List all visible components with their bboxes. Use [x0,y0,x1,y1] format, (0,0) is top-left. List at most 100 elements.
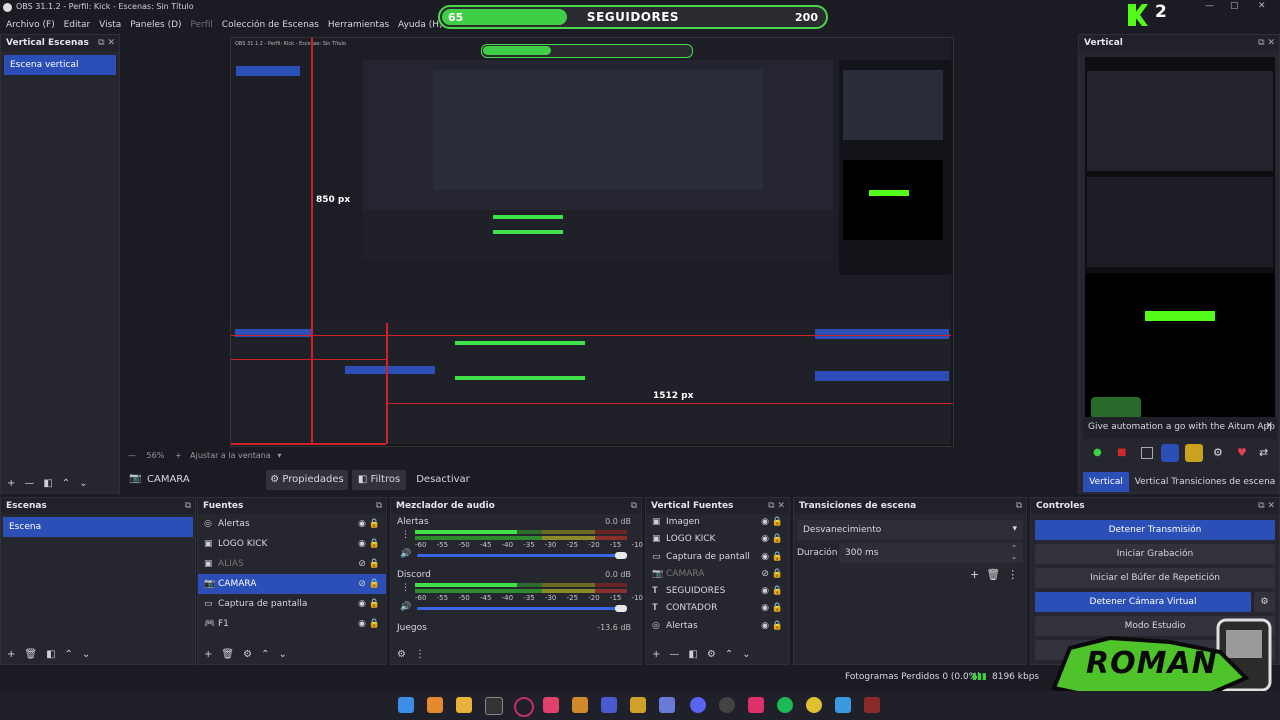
zoom-fit[interactable]: Ajustar a la ventana [190,451,271,460]
eye-icon[interactable]: ◉ 🔒 [358,514,380,534]
folder-icon[interactable] [1185,444,1203,462]
eye-hidden-icon[interactable]: ⊘ 🔒 [761,566,783,583]
eye-icon[interactable]: ◉ 🔒 [761,600,783,617]
affinity-icon[interactable] [543,697,559,713]
eye-icon[interactable]: ◉ 🔒 [761,583,783,600]
vertical-source-item[interactable]: ◎ Alertas ◉ 🔒 [646,618,789,635]
remove-icon[interactable]: — [669,649,679,660]
dock-controls-icon[interactable]: ⧉ ✕ [98,35,115,51]
mixer-settings-icon[interactable]: ⚙ [397,649,406,660]
heart-icon[interactable]: ♥ [1237,446,1247,459]
eye-icon[interactable]: ◉ 🔒 [358,534,380,554]
record-dot-icon[interactable]: ● [1093,447,1105,459]
discord-icon[interactable] [690,697,706,713]
down-icon[interactable]: ⌄ [82,649,90,660]
eye-icon[interactable]: ◉ 🔒 [761,514,783,531]
eye-hidden-icon[interactable]: ⊘ 🔒 [358,574,380,594]
gear-icon[interactable]: ⚙ [707,649,716,660]
deactivate-button[interactable]: Desactivar [410,470,476,490]
remove-icon[interactable]: — [24,478,34,489]
more-icon[interactable]: ⋮ [415,649,425,660]
app-icon-1[interactable] [427,697,443,713]
source-item[interactable]: 📷 CAMARA ⊘ 🔒 [198,574,386,594]
gear-icon[interactable]: ⚙ [243,649,252,660]
dock-menu-icon[interactable]: ⧉ [631,498,637,514]
tiktok-icon[interactable] [748,697,764,713]
source-item[interactable]: ▣ ALIAS ⊘ 🔒 [198,554,386,574]
maximize-icon[interactable]: ▢ [1230,1,1239,11]
replay-icon[interactable] [1141,447,1153,459]
menu-ayuda[interactable]: Ayuda (H) [398,16,442,34]
vertical-source-item[interactable]: 📷 CAMARA ⊘ 🔒 [646,566,789,583]
dock-menu-icon[interactable]: ⧉ [185,498,191,514]
dock-controls-icon[interactable]: ⧉ ✕ [1258,35,1275,51]
close-icon[interactable]: ✕ [1258,1,1266,11]
volume-knob[interactable] [615,552,627,559]
filter-icon[interactable]: ◧ [43,478,52,489]
dock-menu-icon[interactable]: ⧉ [376,498,382,514]
duration-input[interactable]: 300 ms ⌃ ⌄ [839,543,1023,563]
menu-vista[interactable]: Vista [99,16,121,34]
source-item[interactable]: ▭ Captura de pantalla ◉ 🔒 [198,594,386,614]
app-icon-2[interactable] [572,697,588,713]
properties-button[interactable]: ⚙ Propiedades [266,470,348,490]
windows-start-icon[interactable] [398,697,414,713]
add-icon[interactable]: + [204,649,212,660]
folder-icon[interactable] [456,697,472,713]
menu-perfil[interactable]: Perfil [190,16,213,34]
filters-button[interactable]: ◧ Filtros [352,470,406,490]
stream-icon[interactable]: ■ [1117,447,1129,459]
source-item[interactable]: ◎ Alertas ◉ 🔒 [198,514,386,534]
up-icon[interactable]: ⌃ [62,478,70,489]
eye-icon[interactable]: ◉ 🔒 [761,531,783,548]
app-icon-6[interactable] [835,697,851,713]
gear-icon[interactable]: ⚙ [1213,446,1223,459]
filter-icon[interactable]: ◧ [46,649,55,660]
trash-icon[interactable]: 🗑 [986,568,1000,581]
app-icon-4[interactable] [630,697,646,713]
eye-icon[interactable]: ◉ 🔒 [358,594,380,614]
volume-knob[interactable] [615,605,627,612]
menu-editar[interactable]: Editar [64,16,91,34]
volume-slider[interactable] [417,554,625,557]
down-icon[interactable]: ⌄ [79,478,87,489]
vertical-source-item[interactable]: ▣ Imagen ◉ 🔒 [646,514,789,531]
obs-taskbar-icon[interactable] [719,697,735,713]
menu-herramientas[interactable]: Herramientas [328,16,389,34]
add-icon[interactable]: + [7,649,15,660]
vertical-source-item[interactable]: ▭ Captura de pantall ◉ 🔒 [646,549,789,566]
add-icon[interactable]: + [652,649,660,660]
virtualcam-icon[interactable] [1161,444,1179,462]
stepper-icon[interactable]: ⌃ ⌄ [1011,544,1017,562]
vertical-source-item[interactable]: 𝐓 SEGUIDORES ◉ 🔒 [646,583,789,600]
zoom-dropdown-icon[interactable]: ▾ [277,451,281,460]
down-icon[interactable]: ⌄ [278,649,286,660]
tab-vertical-transitions[interactable]: Vertical Transiciones de escena [1133,472,1277,492]
tab-vertical[interactable]: Vertical [1083,472,1129,492]
more-icon[interactable]: ⋮ [401,530,410,540]
up-icon[interactable]: ⌃ [725,649,733,660]
filter-icon[interactable]: ◧ [688,649,697,660]
speaker-icon[interactable]: 🔊 [400,602,411,612]
speaker-icon[interactable]: 🔊 [400,549,411,559]
up-icon[interactable]: ⌃ [65,649,73,660]
transition-select[interactable]: Desvanecimiento ▾ [797,520,1023,540]
menu-paneles[interactable]: Paneles (D) [130,16,181,34]
main-preview[interactable]: OBS 31.1.2 - Perfil: Kick - Escenas: Sin… [230,37,954,447]
share-icon[interactable]: ⇄ [1259,446,1268,459]
eye-icon[interactable]: ◉ 🔒 [761,549,783,566]
eye-icon[interactable]: ◉ 🔒 [358,614,380,634]
stop-stream-button[interactable]: Detener Transmisión [1035,520,1275,540]
source-item[interactable]: ▣ LOGO KICK ◉ 🔒 [198,534,386,554]
zoom-in-icon[interactable]: + [175,451,182,460]
scene-item[interactable]: Escena [3,517,193,537]
vertical-scene-item[interactable]: Escena vertical [4,55,116,75]
down-icon[interactable]: ⌄ [742,649,750,660]
app-icon-3[interactable] [601,697,617,713]
minimize-icon[interactable]: — [1205,1,1214,11]
txd-icon[interactable] [485,697,503,715]
more-icon[interactable]: ⋮ [401,583,410,593]
app-icon-5[interactable] [659,697,675,713]
app-icon-7[interactable] [864,697,880,713]
vertical-preview[interactable] [1085,57,1275,437]
